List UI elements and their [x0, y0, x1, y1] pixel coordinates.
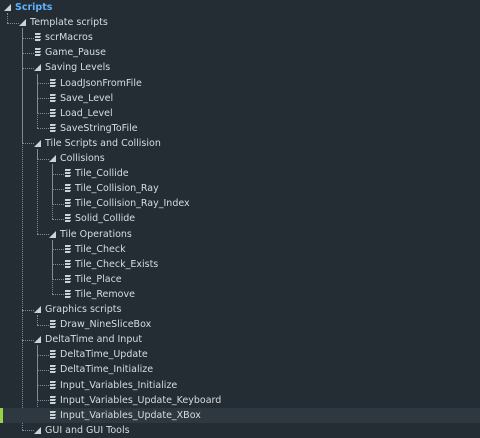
expand-triangle-icon[interactable] [34, 306, 41, 313]
tree-script-row[interactable]: DeltaTime_Initialize [0, 362, 480, 377]
tree-folder-row[interactable]: Graphics scripts [0, 302, 480, 317]
script-icon [64, 168, 73, 178]
expand-triangle-icon[interactable] [34, 426, 41, 434]
tree-script-row[interactable]: Tile_Collide [0, 166, 480, 181]
folder-label: Template scripts [30, 17, 108, 29]
expand-triangle-icon[interactable] [34, 336, 41, 344]
tree-folder-row[interactable]: Template scripts [0, 15, 480, 30]
script-icon [64, 244, 73, 254]
tree-script-row[interactable]: scrMacros [0, 30, 480, 45]
script-icon [49, 410, 58, 420]
tree-script-row[interactable]: Draw_NineSliceBox [0, 317, 480, 332]
script-label: Load_Level [60, 107, 113, 119]
script-icon [49, 123, 58, 133]
script-label: scrMacros [45, 32, 93, 44]
folder-label: Tile Scripts and Collision [45, 137, 161, 149]
script-label: Tile_Check [75, 243, 126, 255]
script-label: Tile_Check_Exists [75, 258, 159, 270]
tree-folder-row[interactable]: GUI and GUI Tools [0, 423, 480, 438]
expand-triangle-icon[interactable] [49, 155, 56, 162]
script-label: Tile_Collision_Ray_Index [75, 198, 190, 210]
script-label: Tile_Remove [75, 288, 135, 300]
tree-folder-row[interactable]: Tile Scripts and Collision [0, 136, 480, 151]
script-icon [64, 259, 73, 269]
tree-folder-row[interactable]: Tile Operations [0, 227, 480, 242]
tree-script-row[interactable]: Tile_Collision_Ray [0, 181, 480, 196]
resource-tree: Scripts Template scripts scrMacros Game_Pau… [0, 0, 480, 436]
script-label: DeltaTime_Initialize [60, 364, 154, 376]
script-label: Save_Level [60, 92, 114, 104]
tree-script-row[interactable]: Tile_Collision_Ray_Index [0, 196, 480, 211]
script-icon [49, 93, 58, 103]
tree-script-row[interactable]: Input_Variables_Initialize [0, 378, 480, 393]
expand-triangle-icon[interactable] [49, 230, 56, 238]
tree-script-row[interactable]: Tile_Place [0, 272, 480, 287]
folder-label: Graphics scripts [45, 304, 122, 315]
tree-script-row[interactable]: Game_Pause [0, 45, 480, 60]
script-label: Input_Variables_Update_Keyboard [60, 394, 222, 406]
script-label: SaveStringToFile [60, 122, 138, 134]
script-icon [49, 395, 58, 405]
tree-folder-row[interactable]: Saving Levels [0, 60, 480, 75]
expand-triangle-icon[interactable] [4, 4, 11, 11]
script-label: Solid_Collide [75, 213, 136, 225]
tree-script-row[interactable]: Solid_Collide [0, 211, 480, 226]
script-icon [64, 198, 73, 208]
expand-triangle-icon[interactable] [19, 19, 26, 27]
script-icon [34, 47, 43, 57]
script-label: Game_Pause [45, 47, 106, 59]
script-icon [49, 349, 58, 359]
tree-folder-row[interactable]: Collisions [0, 151, 480, 166]
script-icon [49, 319, 58, 329]
expand-triangle-icon[interactable] [34, 64, 41, 72]
tree-script-row[interactable]: Save_Level [0, 91, 480, 106]
tree-script-row[interactable]: SaveStringToFile [0, 121, 480, 136]
script-icon [64, 213, 73, 223]
tree-script-row[interactable]: Tile_Remove [0, 287, 480, 302]
script-label: Input_Variables_Initialize [60, 379, 178, 391]
tree-folder-row[interactable]: Scripts [0, 0, 480, 15]
expand-triangle-icon[interactable] [34, 139, 41, 147]
script-label: Tile_Place [75, 273, 122, 285]
tree-script-row[interactable]: LoadJsonFromFile [0, 76, 480, 91]
script-label: Tile_Collide [75, 168, 129, 180]
script-icon [34, 32, 43, 42]
selection-indicator [0, 407, 3, 423]
folder-label: Saving Levels [45, 62, 111, 74]
tree-script-row[interactable]: Tile_Check_Exists [0, 257, 480, 272]
tree-folder-row[interactable]: DeltaTime and Input [0, 332, 480, 347]
script-icon [64, 183, 73, 193]
tree-script-row[interactable]: DeltaTime_Update [0, 347, 480, 362]
script-icon [49, 108, 58, 118]
tree-script-row[interactable]: Input_Variables_Update_XBox [0, 407, 480, 423]
script-icon [64, 289, 73, 299]
script-label: Input_Variables_Update_XBox [60, 409, 201, 421]
folder-label: GUI and GUI Tools [45, 424, 130, 436]
script-label: LoadJsonFromFile [60, 77, 142, 89]
tree-script-row[interactable]: Load_Level [0, 106, 480, 121]
script-label: Tile_Collision_Ray [75, 183, 159, 195]
tree-script-row[interactable]: Input_Variables_Update_Keyboard [0, 393, 480, 408]
script-icon [49, 380, 58, 390]
tree-script-row[interactable]: Tile_Check [0, 242, 480, 257]
script-label: DeltaTime_Update [60, 349, 148, 361]
script-icon [49, 364, 58, 374]
script-label: Draw_NineSliceBox [60, 319, 152, 331]
folder-label: Tile Operations [60, 228, 132, 240]
folder-label: Collisions [60, 153, 105, 164]
folder-label: DeltaTime and Input [45, 334, 143, 346]
script-icon [49, 78, 58, 88]
script-icon [64, 274, 73, 284]
folder-label: Scripts [15, 2, 53, 13]
